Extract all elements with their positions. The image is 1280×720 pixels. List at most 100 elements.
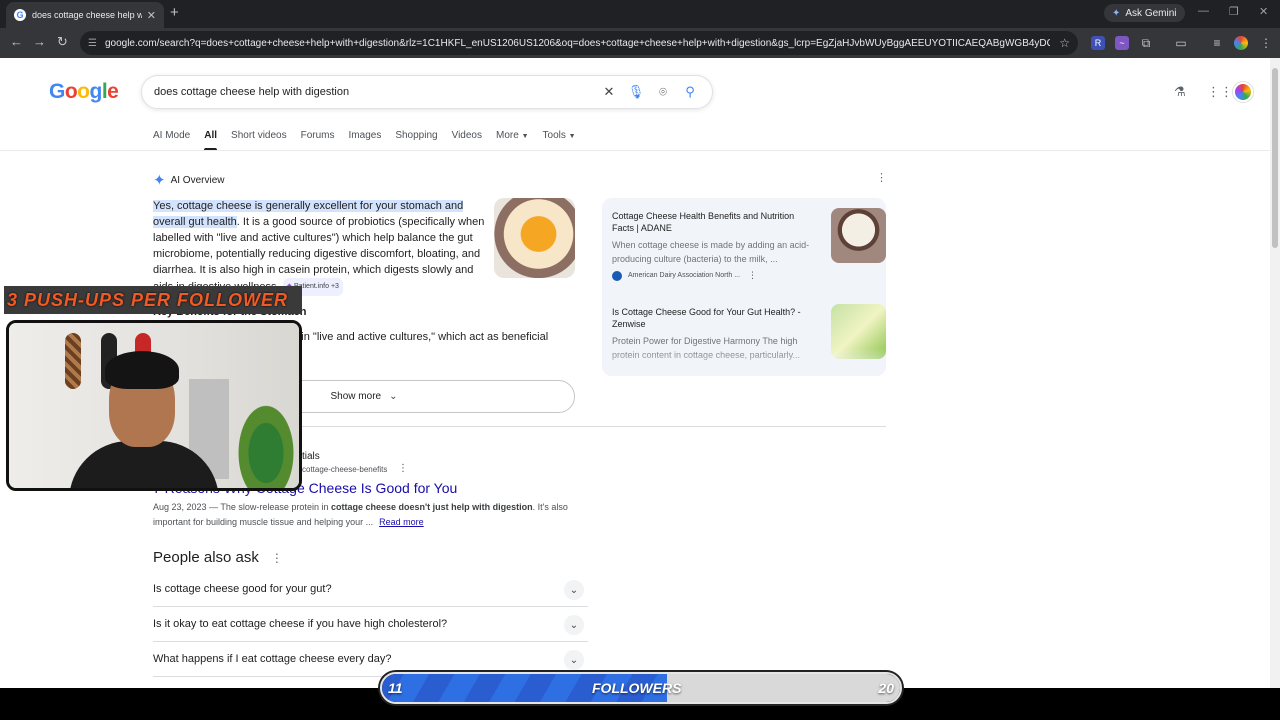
window-close-icon[interactable]: ✕	[1259, 5, 1268, 18]
source-thumbnail[interactable]	[831, 208, 886, 263]
address-bar[interactable]: ☰ google.com/search?q=does+cottage+chees…	[80, 31, 1078, 55]
extension-r-icon[interactable]: R	[1091, 36, 1105, 50]
forward-arrow-icon[interactable]: →	[33, 34, 46, 49]
people-also-ask-list: Is cottage cheese good for your gut? ⌄ I…	[153, 572, 588, 677]
microphone-icon[interactable]: 🎙︎	[626, 84, 646, 100]
result-url[interactable]: cottage-cheese-benefits	[302, 465, 387, 474]
source-publisher: American Dairy Association North ... ⋮	[612, 270, 882, 281]
tab-tools-label: Tools	[542, 130, 566, 141]
browser-menu-icon[interactable]: ⋮	[1259, 36, 1273, 50]
pushup-banner: 3 PUSH-UPS PER FOLLOWER	[4, 286, 302, 314]
tab-images[interactable]: Images	[349, 130, 382, 151]
minimize-icon[interactable]: —	[1198, 5, 1209, 17]
paa-question[interactable]: Is it okay to eat cottage cheese if you …	[153, 607, 588, 642]
skateboard-deck	[65, 333, 81, 389]
plant	[231, 393, 299, 488]
result-date: Aug 23, 2023 —	[153, 502, 219, 512]
ai-sources-panel: Cottage Cheese Health Benefits and Nutri…	[602, 198, 886, 376]
show-more-label: Show more	[330, 391, 382, 402]
cottage-cheese-image[interactable]	[494, 198, 575, 278]
follower-goal: 20	[878, 680, 894, 696]
browser-tab[interactable]: G does cottage cheese help with ✕	[6, 2, 164, 28]
followers-label: FOLLOWERS	[592, 680, 682, 696]
result-snippet-bold: cottage cheese doesn't just help with di…	[330, 502, 533, 512]
google-logo[interactable]: Google	[49, 80, 119, 104]
people-also-ask-title: People also ask	[153, 549, 259, 566]
paa-question-text: Is it okay to eat cottage cheese if you …	[153, 618, 448, 630]
back-arrow-icon[interactable]: ←	[10, 34, 23, 49]
result-options-icon[interactable]: ⋮	[398, 463, 408, 474]
read-more-link[interactable]: Read more	[379, 517, 424, 527]
follower-goal-bar: 11 FOLLOWERS 20	[380, 672, 902, 704]
new-tab-icon[interactable]: +	[170, 4, 179, 21]
chevron-down-icon[interactable]: ⌄	[564, 615, 584, 635]
more-options-icon[interactable]: ⋮	[748, 270, 757, 281]
tab-forums[interactable]: Forums	[301, 130, 335, 151]
source-snippet: When cottage cheese is made by adding an…	[612, 240, 810, 264]
ai-overview-menu-icon[interactable]: ⋮	[876, 171, 887, 184]
result-snippet: Aug 23, 2023 — The slow-release protein …	[153, 500, 573, 530]
page-scrollbar[interactable]	[1270, 58, 1280, 688]
result-snippet-text: The slow-release protein in	[218, 502, 331, 512]
ai-overview-header: ✦ AI Overview	[153, 171, 224, 189]
scrollbar-thumb[interactable]	[1272, 68, 1278, 248]
tab-close-icon[interactable]: ✕	[147, 9, 156, 22]
tab-title: does cottage cheese help with	[32, 10, 142, 20]
url-text: google.com/search?q=does+cottage+cheese+…	[104, 37, 1050, 49]
tab-all[interactable]: All	[204, 130, 217, 151]
tab-videos[interactable]: Videos	[452, 130, 482, 151]
search-input[interactable]: does cottage cheese help with digestion	[154, 86, 592, 98]
ask-gemini-button[interactable]: ✦ Ask Gemini	[1104, 4, 1185, 22]
ai-overview-answer: Yes, cottage cheese is generally excelle…	[153, 198, 487, 296]
follower-progress-remaining	[666, 674, 900, 702]
search-box[interactable]: does cottage cheese help with digestion …	[141, 75, 713, 109]
caret-down-icon: ▼	[521, 133, 529, 140]
profile-avatar-icon[interactable]	[1234, 36, 1248, 50]
header-divider	[0, 150, 1270, 151]
reading-list-icon[interactable]: ≡	[1210, 36, 1224, 50]
result-site-name[interactable]: tials	[302, 451, 320, 462]
chevron-down-icon[interactable]: ⌄	[564, 580, 584, 600]
site-info-icon[interactable]: ☰	[88, 38, 97, 49]
ai-overview-label: AI Overview	[170, 174, 225, 186]
google-lens-icon[interactable]: ⌾	[653, 84, 673, 100]
publisher-name: American Dairy Association North ...	[628, 272, 741, 279]
tab-shopping[interactable]: Shopping	[395, 130, 437, 151]
ask-gemini-label: Ask Gemini	[1125, 7, 1177, 19]
browser-tab-bar: G does cottage cheese help with ✕ + ✦ As…	[0, 0, 1280, 28]
google-favicon-icon: G	[14, 9, 26, 21]
gemini-spark-icon: ✦	[1112, 7, 1121, 19]
chevron-down-icon: ⌄	[389, 391, 398, 402]
panel-fade	[602, 348, 886, 376]
paa-question[interactable]: Is cottage cheese good for your gut? ⌄	[153, 572, 588, 607]
tab-tools[interactable]: Tools ▼	[543, 130, 576, 151]
paa-question-text: Is cottage cheese good for your gut?	[153, 583, 332, 595]
account-avatar[interactable]	[1233, 82, 1253, 102]
tab-ai-mode[interactable]: AI Mode	[153, 130, 190, 151]
labs-flask-icon[interactable]: ⚗	[1174, 84, 1186, 100]
follower-count: 11	[388, 680, 403, 696]
tab-short-videos[interactable]: Short videos	[231, 130, 287, 151]
side-panel-icon[interactable]: ▭	[1174, 36, 1188, 50]
extensions-puzzle-icon[interactable]: ⧉	[1139, 36, 1153, 50]
tab-more[interactable]: More ▼	[496, 130, 529, 151]
chevron-down-icon[interactable]: ⌄	[564, 650, 584, 670]
ai-spark-icon: ✦	[153, 172, 166, 189]
browser-toolbar: ← → ↻ ☰ google.com/search?q=does+cottage…	[0, 28, 1280, 58]
caret-down-icon: ▼	[568, 133, 576, 140]
people-also-ask-header: People also ask ⋮	[153, 549, 283, 566]
paa-question-text: What happens if I eat cottage cheese eve…	[153, 653, 392, 665]
source-card[interactable]: Cottage Cheese Health Benefits and Nutri…	[612, 208, 886, 281]
search-icon[interactable]: ⚲	[680, 84, 700, 100]
bookmark-star-icon[interactable]: ☆	[1059, 36, 1070, 50]
tab-more-label: More	[496, 130, 519, 141]
source-title[interactable]: Is Cottage Cheese Good for Your Gut Heal…	[612, 306, 812, 330]
webcam-feed	[6, 320, 302, 491]
google-apps-icon[interactable]: ⋮⋮	[1207, 84, 1233, 100]
maximize-icon[interactable]: ❐	[1229, 5, 1239, 18]
clear-search-icon[interactable]: ✕	[599, 84, 619, 100]
source-title[interactable]: Cottage Cheese Health Benefits and Nutri…	[612, 210, 812, 234]
reload-icon[interactable]: ↻	[57, 34, 68, 50]
extension-wave-icon[interactable]: ~	[1115, 36, 1129, 50]
paa-options-icon[interactable]: ⋮	[271, 551, 283, 565]
